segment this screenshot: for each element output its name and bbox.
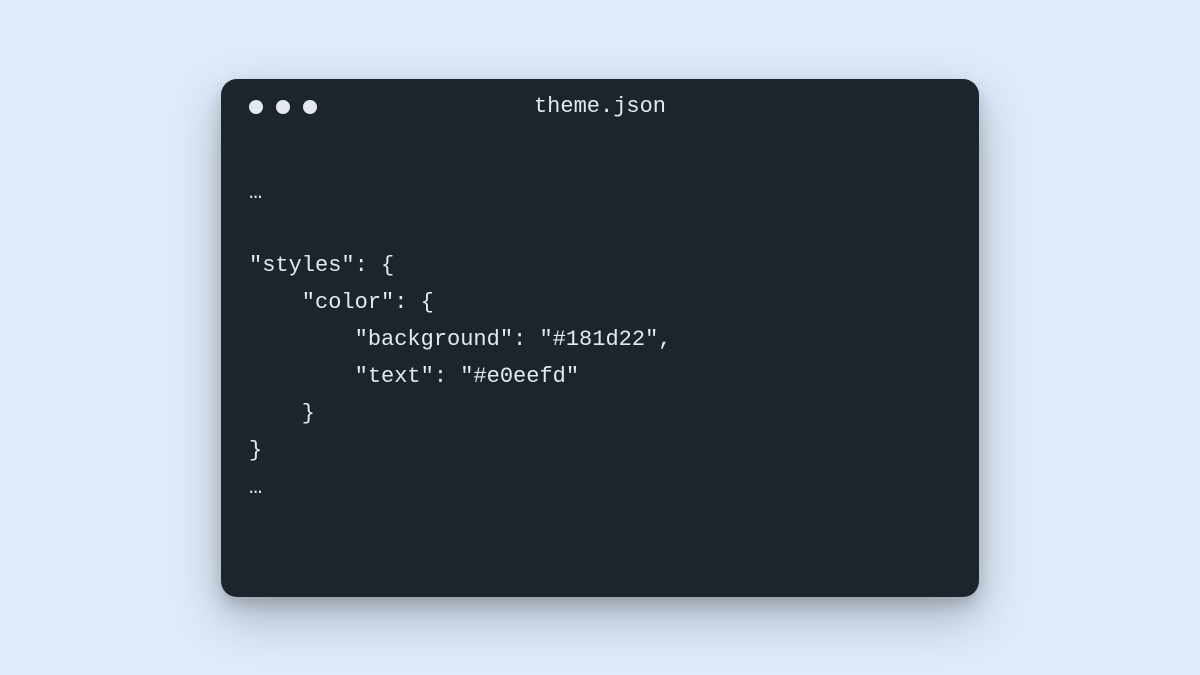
close-icon[interactable] xyxy=(249,100,263,114)
code-window: theme.json … "styles": { "color": { "bac… xyxy=(221,79,979,597)
window-controls xyxy=(249,100,317,114)
code-line: "text": "#e0eefd" xyxy=(249,364,579,389)
titlebar: theme.json xyxy=(221,79,979,135)
window-title: theme.json xyxy=(534,94,666,119)
minimize-icon[interactable] xyxy=(276,100,290,114)
code-line: "color": { xyxy=(249,290,434,315)
code-line: … xyxy=(249,475,262,500)
code-line: "background": "#181d22", xyxy=(249,327,671,352)
code-content: … "styles": { "color": { "background": "… xyxy=(221,135,979,536)
code-line: "styles": { xyxy=(249,253,394,278)
code-line: … xyxy=(249,180,262,205)
code-line: } xyxy=(249,401,315,426)
code-line: } xyxy=(249,438,262,463)
maximize-icon[interactable] xyxy=(303,100,317,114)
